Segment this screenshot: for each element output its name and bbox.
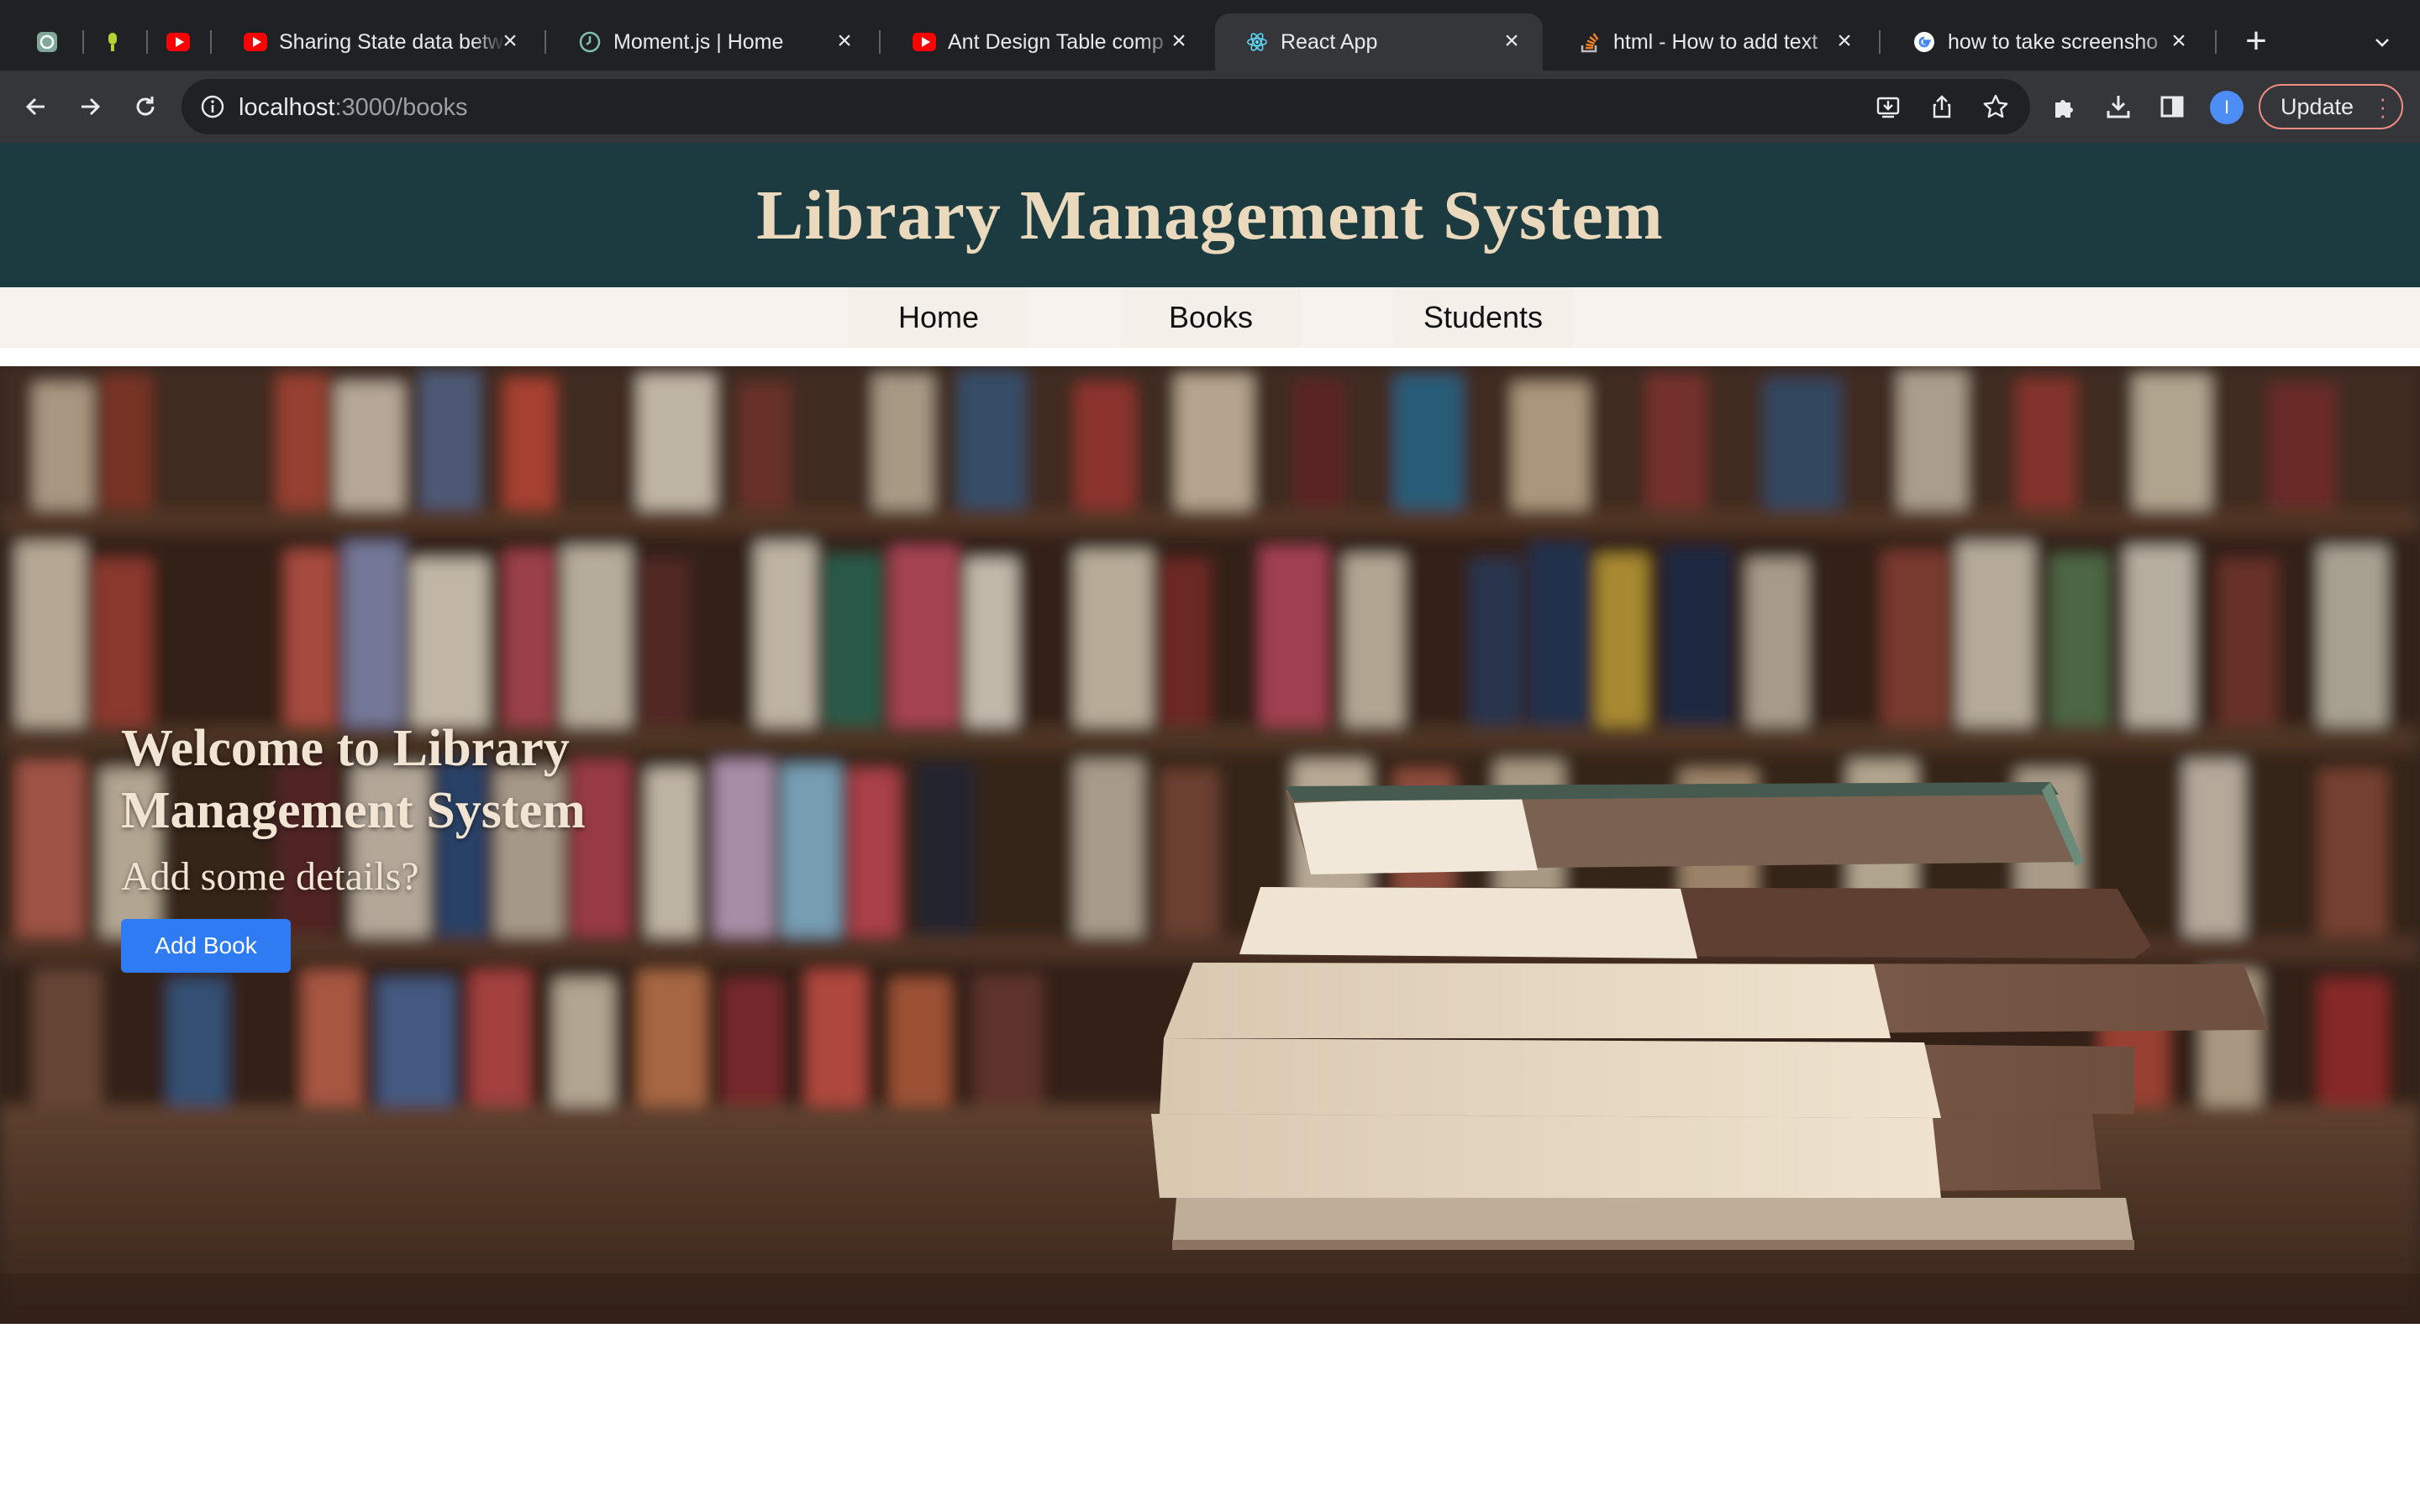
site-title: Library Management System (756, 176, 1664, 255)
tab-react-app[interactable]: React App × (1215, 13, 1543, 71)
url-text: localhost:3000/books (239, 94, 467, 122)
browser-toolbar: localhost:3000/books I Update · · · (0, 71, 2420, 143)
downloads-icon[interactable] (2097, 86, 2139, 128)
close-icon[interactable]: × (497, 29, 523, 54)
close-icon[interactable]: × (832, 29, 857, 54)
tab-pinned-youtube[interactable] (153, 13, 203, 71)
clock-icon (578, 30, 602, 54)
profile-avatar[interactable]: I (2210, 91, 2244, 124)
bookmark-star-icon[interactable] (1980, 91, 2012, 123)
info-icon[interactable] (198, 92, 227, 121)
share-icon[interactable] (1926, 91, 1958, 123)
url-host: localhost (239, 94, 335, 121)
site-header: Library Management System (0, 143, 2420, 287)
update-label: Update (2281, 93, 2354, 119)
forward-arrow-icon[interactable] (67, 84, 113, 129)
tab-ant-design[interactable]: Ant Design Table comp × (882, 13, 1210, 71)
tab-moment[interactable]: Moment.js | Home × (548, 13, 876, 71)
youtube-icon (913, 30, 936, 54)
tab-title: how to take screensho (1948, 29, 2159, 54)
extensions-puzzle-icon[interactable] (2044, 86, 2086, 128)
hero-subtitle: Add some details? (121, 854, 419, 899)
react-icon (1245, 30, 1269, 54)
tab-pinned-chatgpt[interactable] (22, 13, 72, 71)
hero-banner: Welcome to Library Management System Add… (0, 366, 2420, 1324)
close-icon[interactable]: × (2166, 29, 2191, 54)
url-path: :3000/books (334, 94, 468, 121)
tab-title: React App (1281, 29, 1378, 54)
reload-icon[interactable] (123, 84, 168, 129)
back-arrow-icon[interactable] (13, 84, 59, 129)
close-icon[interactable]: × (1832, 29, 1857, 54)
nav-link-books[interactable]: Books (1121, 287, 1301, 348)
tab-stackoverflow[interactable]: html - How to add text × (1548, 13, 1876, 71)
tab-search-chevron-icon[interactable] (2365, 25, 2399, 59)
address-bar[interactable]: localhost:3000/books (182, 79, 2030, 134)
tab-title: Moment.js | Home (613, 29, 784, 54)
close-icon[interactable]: × (1166, 29, 1192, 54)
tab-title: Sharing State data betw (279, 29, 503, 54)
site-nav: Home Books Students (0, 287, 2420, 348)
close-icon[interactable]: × (1499, 29, 1524, 54)
chatgpt-icon (35, 30, 59, 54)
tab-sharing-state[interactable]: Sharing State data betw × (213, 13, 541, 71)
more-vertical-icon: · · · (2379, 86, 2386, 128)
tab-title: html - How to add text (1613, 29, 1818, 54)
stackoverflow-icon (1578, 30, 1602, 54)
add-book-button[interactable]: Add Book (121, 919, 291, 973)
nav-link-home[interactable]: Home (849, 287, 1028, 348)
nav-link-students[interactable]: Students (1393, 287, 1573, 348)
youtube-icon (244, 30, 267, 54)
browser-tabstrip: Sharing State data betw × Moment.js | Ho… (0, 0, 2420, 77)
tab-pinned-podcast[interactable] (87, 13, 138, 71)
update-button[interactable]: Update · · · (2259, 84, 2403, 129)
new-tab-button[interactable]: + (2235, 20, 2277, 62)
tab-google[interactable]: how to take screensho × (1882, 13, 2210, 71)
podcast-icon (101, 30, 124, 54)
hero-heading: Welcome to Library Management System (121, 720, 586, 839)
side-panel-icon[interactable] (2151, 86, 2193, 128)
install-app-icon[interactable] (1872, 91, 1904, 123)
google-icon (1912, 30, 1936, 54)
tab-title: Ant Design Table comp (948, 29, 1164, 54)
bookshelf-background-image (0, 366, 2420, 1324)
youtube-icon (166, 30, 190, 54)
